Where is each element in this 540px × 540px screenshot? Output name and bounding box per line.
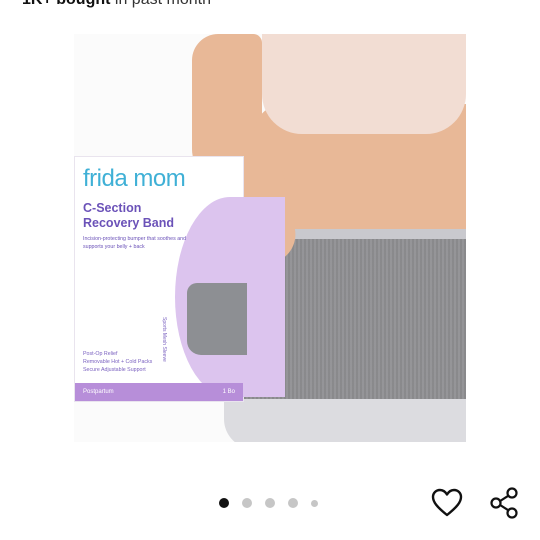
box-vertical-label: Sports Mesh Sleeve xyxy=(161,317,167,362)
box-features: Post-Op Relief Removable Hot + Cold Pack… xyxy=(83,350,152,374)
share-icon xyxy=(490,487,518,519)
product-image[interactable]: frida mom C-Section Recovery Band Incisi… xyxy=(74,34,466,442)
share-button[interactable] xyxy=(485,484,523,522)
carousel-dot[interactable] xyxy=(219,498,229,508)
box-band-illustration xyxy=(187,283,247,355)
brand-logo: frida mom xyxy=(83,165,186,192)
purchase-count-line: 1K+ bought in past month xyxy=(22,0,211,9)
box-title: C-Section Recovery Band xyxy=(83,201,175,230)
box-feature: Secure Adjustable Support xyxy=(83,367,146,373)
heart-icon xyxy=(431,488,463,517)
period-label: in past month xyxy=(115,0,211,8)
box-feature: Post-Op Relief xyxy=(83,351,118,357)
image-carousel-pager xyxy=(219,498,318,508)
box-footer-left: Postpartum xyxy=(83,389,114,395)
carousel-dot[interactable] xyxy=(311,499,318,507)
box-description: Incision-protecting bumper that soothes … xyxy=(83,236,187,250)
model-bra xyxy=(262,34,466,134)
carousel-dot[interactable] xyxy=(288,498,298,508)
bought-label: bought xyxy=(56,0,110,8)
box-feature: Removable Hot + Cold Packs xyxy=(83,359,153,365)
box-footer-right: 1 Bo xyxy=(222,389,235,395)
purchase-count: 1K+ xyxy=(22,0,52,8)
favorite-button[interactable] xyxy=(428,484,466,522)
carousel-dot[interactable] xyxy=(265,498,275,508)
carousel-dot[interactable] xyxy=(242,498,252,508)
product-box: frida mom C-Section Recovery Band Incisi… xyxy=(74,156,285,402)
box-footer: Postpartum 1 Bo xyxy=(75,383,243,401)
